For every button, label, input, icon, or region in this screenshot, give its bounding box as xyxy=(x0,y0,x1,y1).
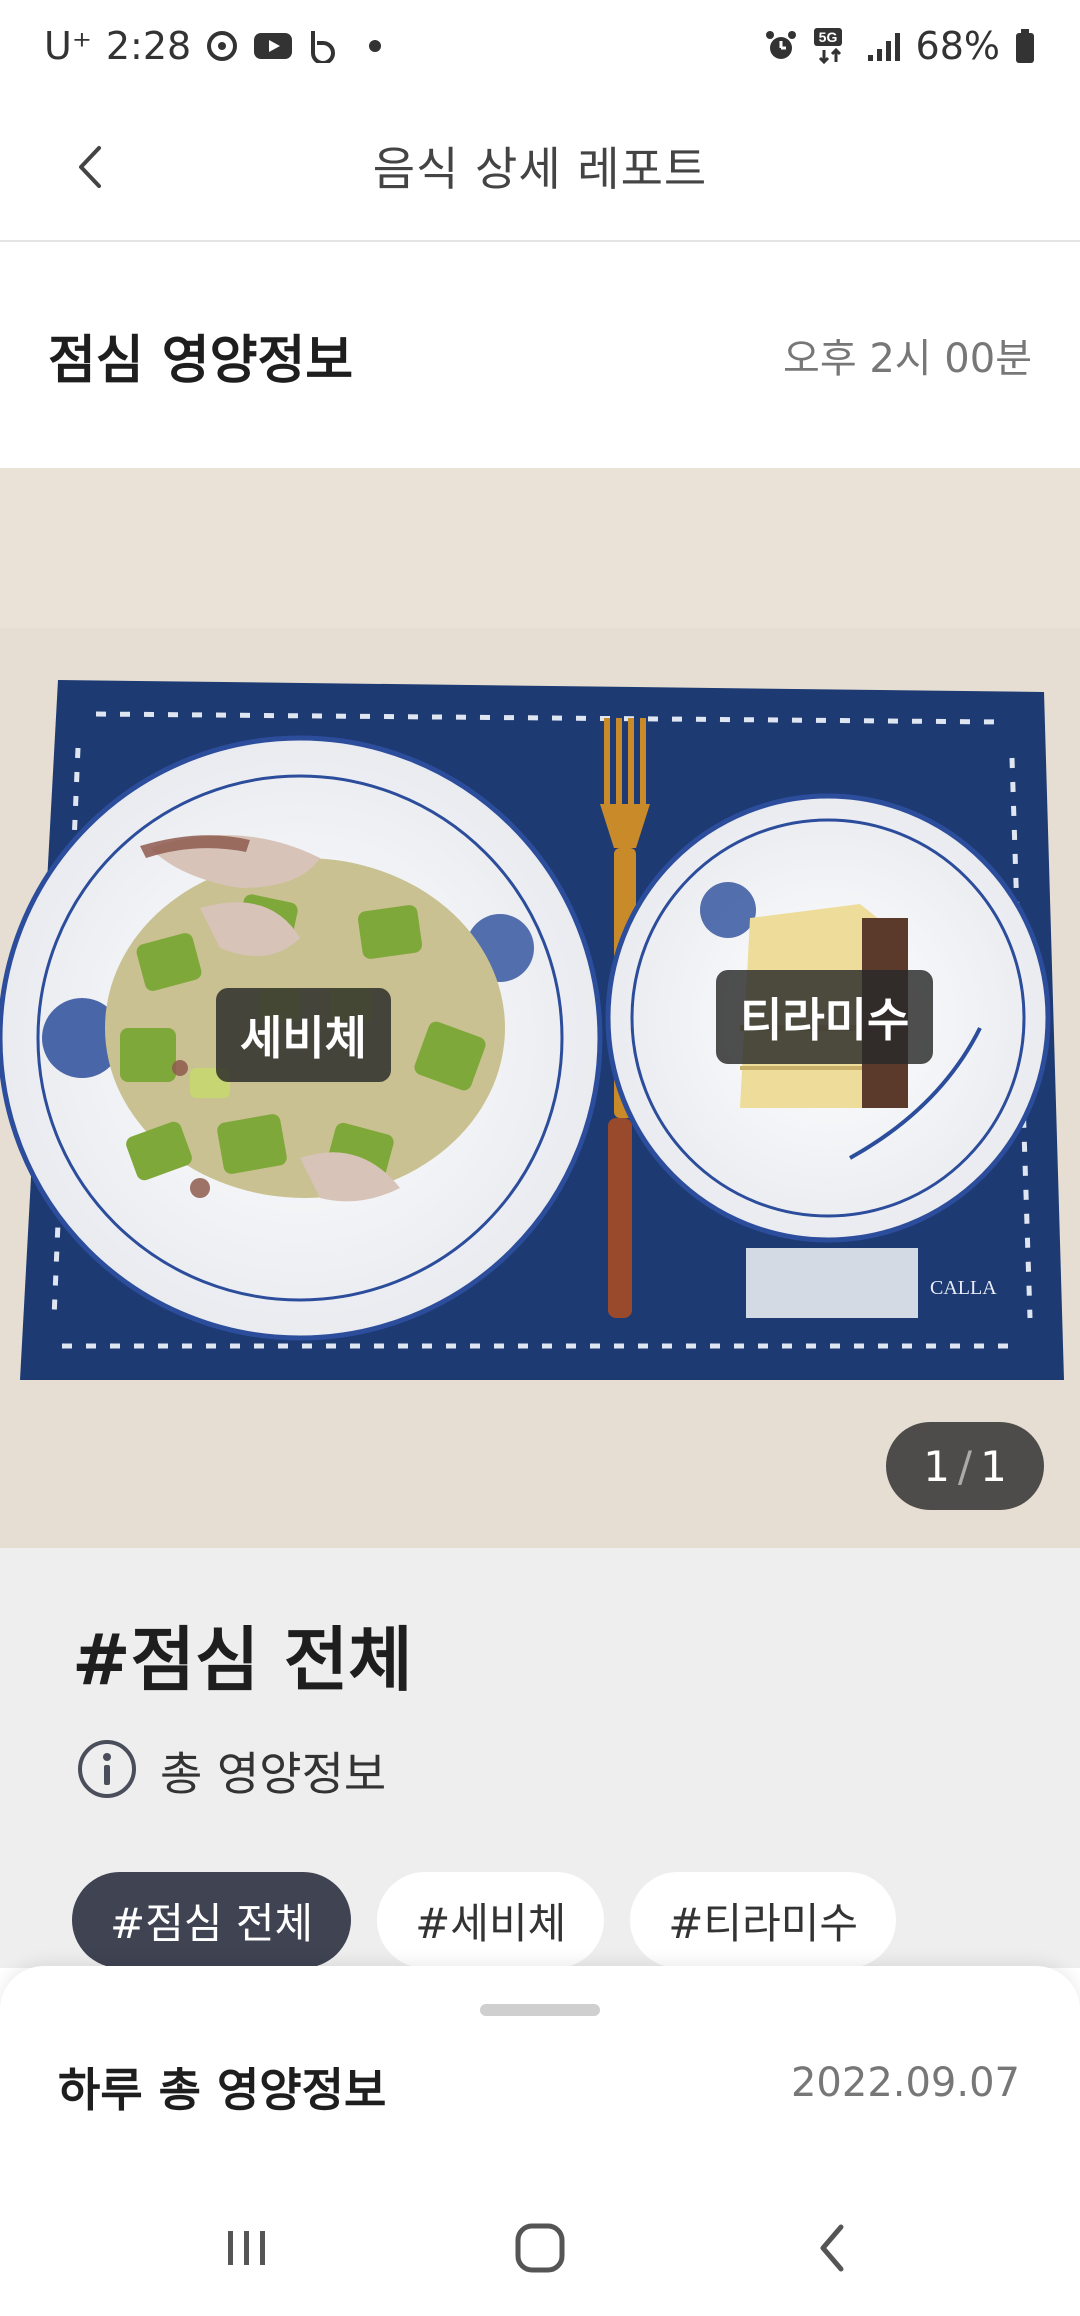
total-nutrition-link[interactable]: 총 영양정보 xyxy=(76,1738,386,1804)
app-header: 음식 상세 레포트 xyxy=(0,92,1080,242)
food-label-ceviche[interactable]: 세비체 xyxy=(216,988,391,1082)
photo-page-counter: 1 / 1 xyxy=(886,1422,1044,1510)
food-photo[interactable]: CALLA 세비체 티라미수 1 / 1 xyxy=(0,468,1080,1548)
chip-ceviche[interactable]: #세비체 xyxy=(377,1872,605,1968)
battery-percent: 68% xyxy=(915,24,1000,68)
battery-icon xyxy=(1014,28,1036,64)
food-label-tiramisu[interactable]: 티라미수 xyxy=(716,970,934,1064)
page-separator: / xyxy=(957,1441,973,1491)
carrier-label: U⁺ xyxy=(44,24,92,68)
chip-tiramisu[interactable]: #티라미수 xyxy=(630,1872,896,1968)
status-bar: U⁺ 2:28 5G 68% xyxy=(0,0,1080,92)
nav-back-button[interactable] xyxy=(788,2203,878,2293)
home-button[interactable] xyxy=(495,2203,585,2293)
section-title: #점심 전체 xyxy=(72,1619,413,1701)
home-icon xyxy=(515,2223,565,2273)
page-current: 1 xyxy=(923,1441,950,1491)
total-nutrition-label: 총 영양정보 xyxy=(160,1747,387,1801)
info-icon xyxy=(76,1738,138,1804)
sheet-date: 2022.09.07 xyxy=(790,2060,1020,2106)
signal-icon xyxy=(866,29,902,63)
nav-back-icon xyxy=(820,2224,844,2272)
meal-title: 점심 영양정보 xyxy=(48,330,354,391)
youtube-icon xyxy=(253,31,293,61)
clock: 2:28 xyxy=(105,24,192,68)
sheet-title: 하루 총 영양정보 xyxy=(58,2063,387,2117)
status-left: U⁺ 2:28 xyxy=(44,24,382,68)
network-5g-icon: 5G xyxy=(812,26,852,66)
chip-lunch-all[interactable]: #점심 전체 xyxy=(72,1872,352,1968)
meal-time: 오후 2시 00분 xyxy=(783,336,1032,382)
alarm-icon xyxy=(764,29,798,63)
back-icon xyxy=(79,146,101,188)
recents-icon xyxy=(227,2231,265,2265)
app-icon-1 xyxy=(205,29,239,63)
svg-text:CALLA: CALLA xyxy=(930,1277,997,1299)
food-filter-chips: #점심 전체 #세비체 #티라미수 xyxy=(72,1872,896,1968)
status-right: 5G 68% xyxy=(764,24,1036,68)
meal-title-row: 점심 영양정보 오후 2시 00분 xyxy=(48,300,1032,410)
svg-text:5G: 5G xyxy=(818,29,837,45)
notification-dot xyxy=(369,40,382,52)
page-total: 1 xyxy=(980,1441,1007,1491)
sheet-drag-handle[interactable] xyxy=(480,2004,600,2016)
recents-button[interactable] xyxy=(202,2203,292,2293)
nutrition-section: #점심 전체 총 영양정보 #점심 전체 #세비체 #티라미수 xyxy=(0,1548,1080,1968)
app-icon-2 xyxy=(307,29,337,63)
back-button[interactable] xyxy=(56,132,126,202)
system-nav-bar xyxy=(0,2180,1080,2316)
page-title: 음식 상세 레포트 xyxy=(372,142,708,196)
